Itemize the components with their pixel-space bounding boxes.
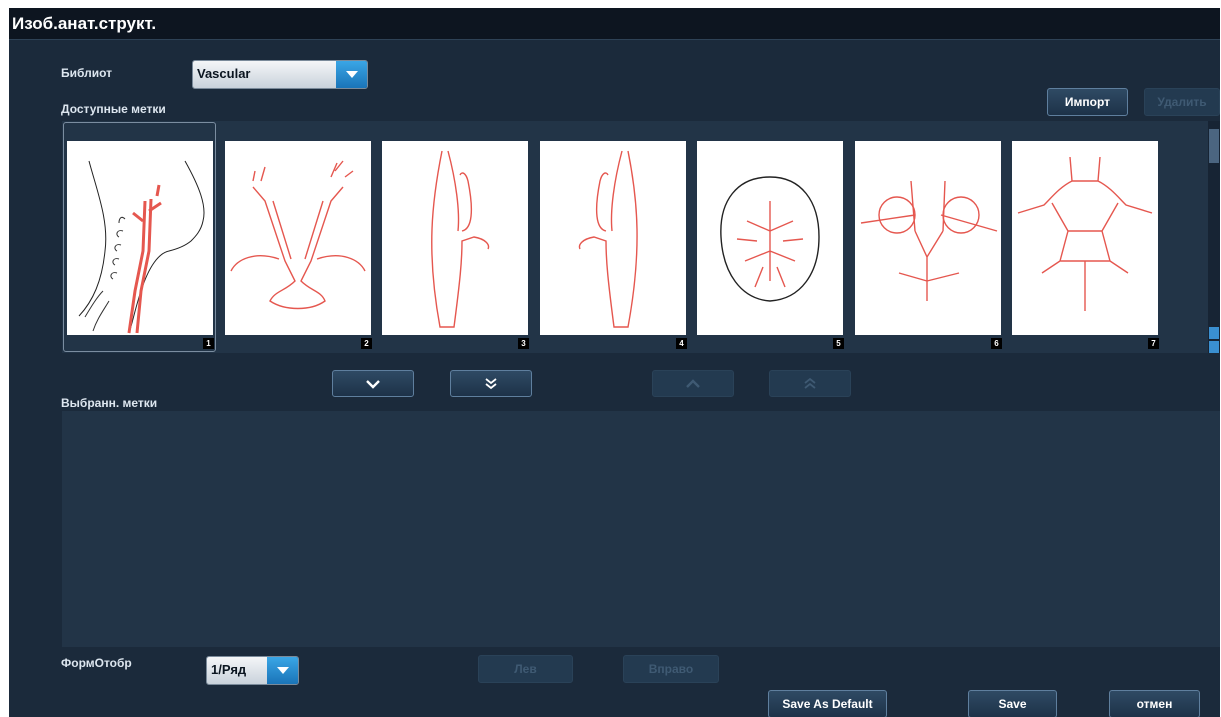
move-all-down-button[interactable] [450,370,532,397]
aortic-arch-icon [230,160,366,310]
library-label: Библиот [61,66,113,80]
thumbnail-6[interactable] [855,141,1001,335]
double-chevron-up-icon [804,377,816,389]
neck-carotid-icon [78,160,205,334]
available-labels-title: Доступные метки [61,102,166,116]
chevron-down-icon [366,379,380,389]
thumbnail-4[interactable] [540,141,686,335]
selected-labels-title: Выбранн. метки [61,396,158,410]
thumbnail-number: 1 [203,338,214,349]
thumbnail-number: 5 [833,338,844,349]
move-up-button[interactable] [652,370,734,397]
thumbnail-5[interactable] [697,141,843,335]
dialog-window: Изоб.анат.структ. Библиот Vascular Досту… [9,8,1220,717]
chevron-up-icon[interactable] [1209,327,1219,339]
display-format-label: ФормОтобр [61,656,132,670]
save-as-default-button[interactable]: Save As Default [768,690,887,717]
selected-labels-panel [62,411,1220,647]
chevron-up-icon [686,378,700,388]
save-button[interactable]: Save [968,690,1057,717]
double-chevron-down-icon [485,377,497,389]
vessel-branch-icon [578,150,638,328]
chevron-down-icon[interactable] [1209,341,1219,353]
right-button[interactable]: Вправо [623,655,719,683]
thumbnail-number: 2 [361,338,372,349]
move-all-up-button[interactable] [769,370,851,397]
library-dropdown[interactable]: Vascular [192,60,368,89]
circle-of-willis-icon [860,180,998,301]
thumbnail-number: 4 [676,338,687,349]
thumbnail-2[interactable] [225,141,371,335]
display-format-value: 1/Ряд [207,657,267,684]
window-title: Изоб.анат.структ. [12,14,157,33]
move-down-button[interactable] [332,370,414,397]
thumbnail-number: 7 [1148,338,1159,349]
available-labels-panel: 1 2 3 4 5 6 7 [62,121,1208,353]
display-format-dropdown[interactable]: 1/Ряд [206,656,299,685]
available-scrollbar[interactable] [1208,121,1220,353]
thumbnail-3[interactable] [382,141,528,335]
library-value: Vascular [193,61,336,88]
circle-of-willis-icon [1017,156,1153,311]
thumbnail-7[interactable] [1012,141,1158,335]
thumbnail-1[interactable] [67,141,213,335]
brain-vessels-icon [720,176,820,302]
title-bar: Изоб.анат.структ. [9,8,1220,40]
chevron-down-icon[interactable] [336,61,367,88]
scrollbar-thumb[interactable] [1209,129,1219,163]
import-button[interactable]: Импорт [1047,88,1128,116]
thumbnail-number: 3 [518,338,529,349]
left-button[interactable]: Лев [478,655,573,683]
thumbnail-number: 6 [991,338,1002,349]
delete-button[interactable]: Удалить [1144,88,1220,116]
chevron-down-icon[interactable] [267,657,298,684]
cancel-button[interactable]: отмен [1109,690,1200,717]
vessel-branch-icon [431,150,490,328]
